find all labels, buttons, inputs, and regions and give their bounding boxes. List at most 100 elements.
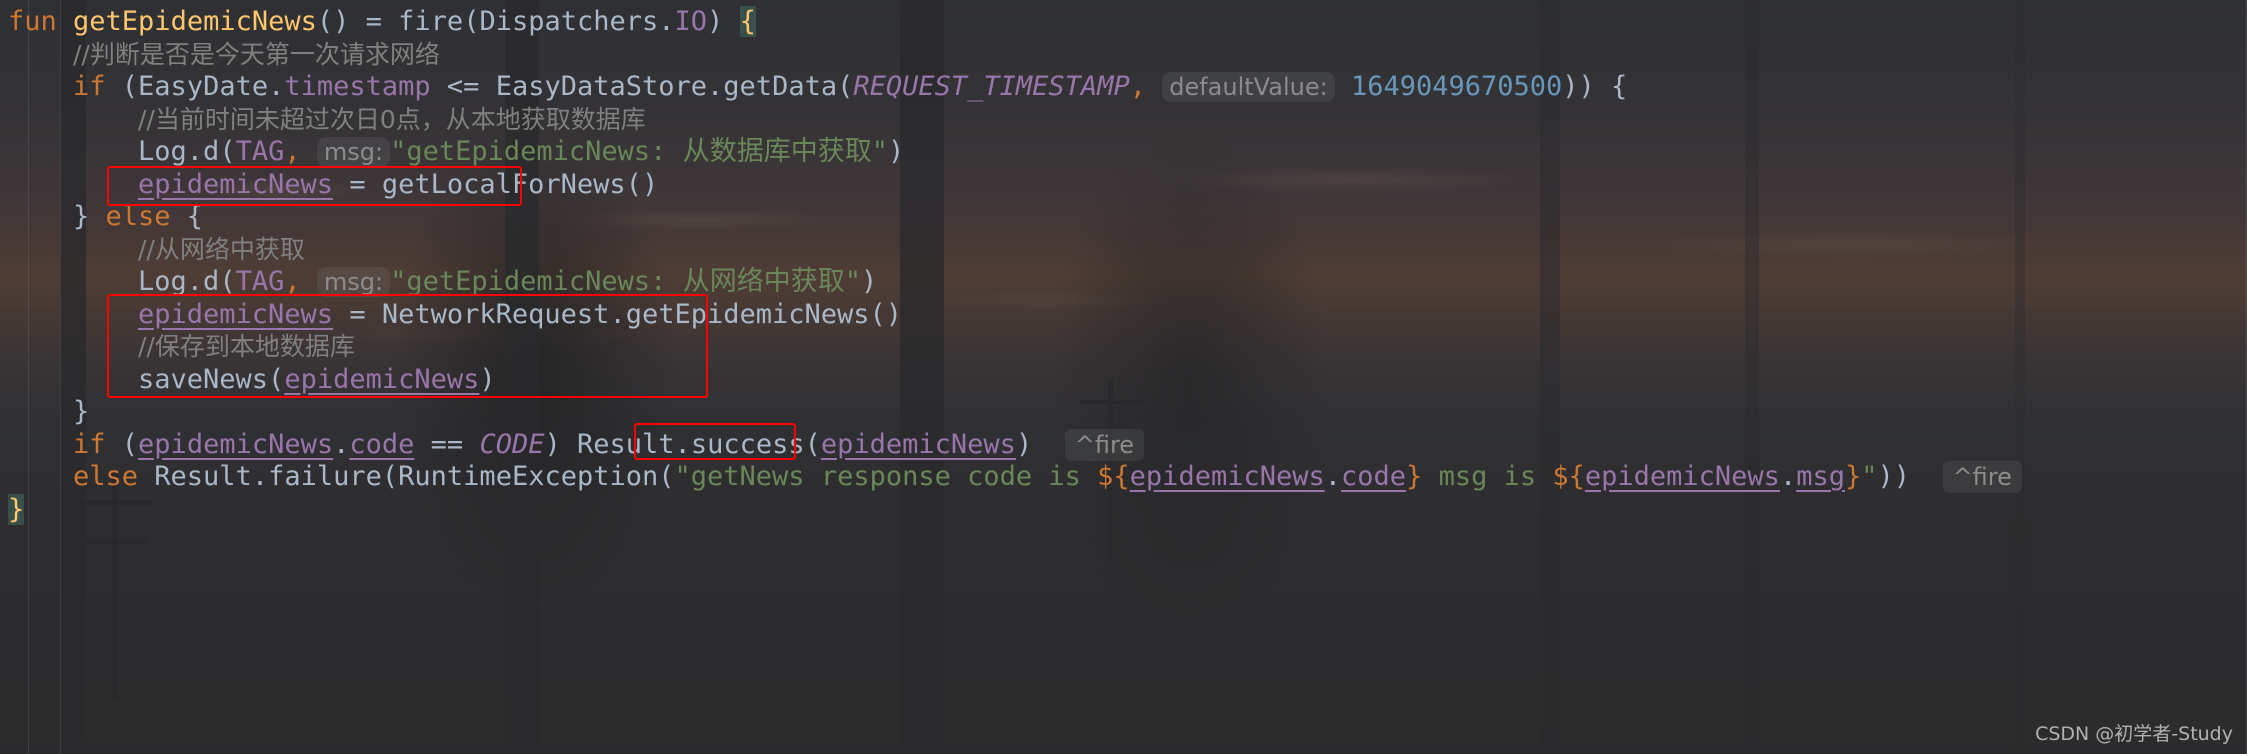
code-text-area[interactable]: fun getEpidemicNews() = fire(Dispatchers…: [0, 0, 2247, 754]
code-token: "getEpidemicNews: 从网络中获取": [390, 266, 861, 297]
code-token: REQUEST_TIMESTAMP: [853, 71, 1130, 102]
code-token: getData: [723, 71, 838, 102]
code-line[interactable]: if (EasyDate.timestamp <= EasyDataStore.…: [0, 71, 2247, 104]
code-token: ${: [1552, 461, 1585, 492]
code-token: getLocalForNews: [381, 168, 626, 200]
code-line[interactable]: epidemicNews = getLocalForNews(): [0, 169, 2247, 202]
code-token: .: [268, 71, 285, 102]
code-token: (: [658, 461, 675, 492]
code-token: //判断是否是今天第一次请求网络: [73, 39, 440, 69]
code-token: ,: [1129, 71, 1146, 102]
code-line[interactable]: Log.d(TAG, msg: "getEpidemicNews: 从网络中获取"…: [0, 266, 2247, 299]
code-token: .: [707, 71, 724, 102]
code-line[interactable]: else Result.failure(RuntimeException("ge…: [0, 461, 2247, 494]
code-line[interactable]: //保存到本地数据库: [0, 331, 2247, 364]
code-token: (: [219, 266, 236, 297]
code-token: msg is: [1422, 461, 1553, 492]
code-line[interactable]: epidemicNews = NetworkRequest.getEpidemi…: [0, 299, 2247, 332]
code-line[interactable]: saveNews(epidemicNews): [0, 364, 2247, 397]
code-token: )): [1877, 461, 1911, 492]
code-token: .: [1324, 461, 1342, 492]
lambda-label[interactable]: ^fire: [1064, 428, 1145, 461]
code-token: epidemicNews: [138, 168, 334, 200]
code-token: TAG: [235, 266, 285, 297]
code-token: ): [1015, 428, 1033, 460]
code-token: code: [1341, 461, 1407, 492]
code-token: //从网络中获取: [138, 234, 305, 264]
code-token: }: [1845, 461, 1862, 492]
code-token: .: [251, 461, 269, 492]
code-token: (: [121, 428, 139, 460]
code-token: timestamp: [284, 71, 431, 102]
code-token: () =: [316, 6, 399, 37]
code-token: else: [105, 201, 171, 232]
code-token: (: [121, 71, 139, 102]
code-token: (: [837, 71, 854, 102]
code-token: RuntimeException: [398, 461, 659, 492]
code-token: d: [203, 136, 220, 167]
inline-parameter-hint[interactable]: msg:: [316, 267, 391, 297]
inline-parameter-hint[interactable]: defaultValue:: [1162, 72, 1335, 102]
code-line[interactable]: } else {: [0, 201, 2247, 234]
code-token: ): [479, 363, 496, 395]
code-token: Log: [138, 136, 187, 167]
code-token: =: [333, 298, 382, 330]
code-token: }: [1406, 461, 1423, 492]
code-token: fun: [8, 6, 74, 37]
code-token: if: [73, 71, 122, 102]
code-token: EasyDate: [138, 71, 269, 102]
code-line[interactable]: }: [0, 493, 2247, 527]
code-token: success: [690, 428, 805, 460]
code-token: (: [804, 428, 821, 460]
code-token: )) {: [1562, 71, 1628, 102]
code-token: Dispatchers: [479, 6, 659, 37]
code-token: 1649049670500: [1350, 71, 1563, 102]
code-token: ): [544, 428, 577, 460]
code-token: ${: [1097, 461, 1130, 492]
code-token: CODE: [479, 428, 545, 460]
code-line[interactable]: fun getEpidemicNews() = fire(Dispatchers…: [0, 6, 2247, 39]
code-token: (: [219, 136, 236, 167]
code-token: "getEpidemicNews: 从数据库中获取": [390, 136, 888, 167]
code-token: {: [170, 201, 204, 232]
code-line[interactable]: //从网络中获取: [0, 234, 2247, 267]
code-token: Result: [577, 428, 675, 460]
code-token: //当前时间未超过次日0点，从本地获取数据库: [138, 104, 646, 134]
code-token: epidemicNews: [820, 428, 1016, 460]
code-token: ): [860, 266, 878, 297]
code-line[interactable]: }: [0, 396, 2247, 429]
code-token: epidemicNews: [1129, 461, 1325, 492]
code-token: ,: [284, 136, 301, 167]
lambda-label[interactable]: ^fire: [1942, 461, 2022, 493]
code-token: epidemicNews: [1584, 461, 1780, 492]
code-token: .: [186, 266, 204, 297]
code-line[interactable]: //判断是否是今天第一次请求网络: [0, 39, 2247, 72]
code-token: epidemicNews: [138, 428, 334, 460]
code-editor[interactable]: fun getEpidemicNews() = fire(Dispatchers…: [0, 0, 2247, 754]
code-token: ==: [414, 428, 480, 460]
code-token: .: [609, 298, 626, 330]
code-line[interactable]: Log.d(TAG, msg: "getEpidemicNews: 从数据库中获取…: [0, 136, 2247, 169]
code-token: saveNews: [138, 363, 269, 395]
code-token: else: [73, 461, 155, 492]
code-token: TAG: [235, 136, 285, 167]
code-token: (: [381, 461, 399, 492]
code-token: failure: [268, 461, 382, 492]
code-token: (: [268, 363, 285, 395]
code-token: {: [739, 6, 756, 37]
code-token: if: [73, 428, 122, 460]
code-token: .: [186, 136, 204, 167]
code-token: Result: [154, 461, 252, 492]
code-token: }: [73, 396, 90, 427]
inline-parameter-hint[interactable]: msg:: [316, 137, 391, 167]
code-line[interactable]: //当前时间未超过次日0点，从本地获取数据库: [0, 104, 2247, 137]
code-token: (): [869, 298, 903, 330]
code-line[interactable]: if (epidemicNews.code == CODE) Result.su…: [0, 428, 2247, 462]
code-token: code: [349, 428, 415, 460]
code-token: .: [333, 428, 350, 460]
code-token: =: [333, 168, 382, 200]
code-token: Log: [138, 266, 187, 297]
